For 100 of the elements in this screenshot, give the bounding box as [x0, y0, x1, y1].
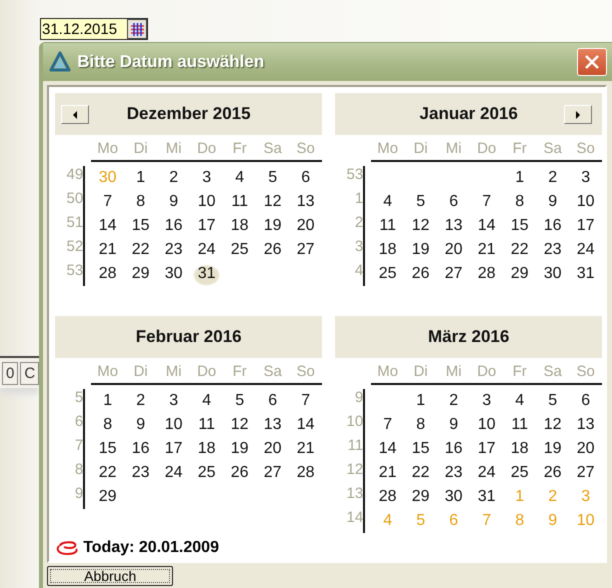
day-cell[interactable]: 29 [503, 262, 536, 286]
previous-month-button[interactable] [61, 105, 90, 124]
day-cell[interactable]: 27 [256, 461, 290, 485]
day-cell[interactable]: 17 [190, 214, 224, 238]
day-cell[interactable]: 25 [190, 461, 224, 485]
day-cell[interactable]: 1 [91, 389, 124, 413]
day-cell[interactable]: 3 [470, 389, 504, 413]
day-cell[interactable]: 2 [536, 166, 570, 190]
day-cell[interactable]: 9 [536, 190, 570, 214]
day-cell[interactable]: 22 [124, 238, 158, 262]
day-cell[interactable]: 7 [289, 389, 322, 413]
day-cell[interactable]: 18 [371, 238, 404, 262]
day-cell[interactable]: 18 [190, 437, 224, 461]
day-cell[interactable]: 22 [404, 461, 438, 485]
day-cell[interactable]: 28 [371, 485, 404, 509]
day-cell[interactable]: 8 [124, 190, 158, 214]
day-cell[interactable]: 8 [404, 413, 438, 437]
day-cell[interactable]: 2 [124, 389, 158, 413]
day-cell[interactable]: 10 [470, 413, 504, 437]
day-cell[interactable]: 17 [569, 214, 602, 238]
day-cell[interactable]: 10 [569, 190, 602, 214]
day-cell[interactable]: 11 [371, 214, 404, 238]
day-cell[interactable]: 21 [371, 461, 404, 485]
day-cell[interactable]: 5 [256, 166, 290, 190]
day-cell[interactable]: 18 [223, 214, 256, 238]
day-cell[interactable]: 12 [536, 413, 570, 437]
calendar-button[interactable] [127, 19, 147, 39]
day-cell[interactable]: 28 [470, 262, 504, 286]
day-cell[interactable]: 4 [190, 389, 224, 413]
day-cell[interactable]: 27 [569, 461, 602, 485]
day-cell[interactable]: 6 [437, 190, 470, 214]
day-cell[interactable]: 6 [289, 166, 322, 190]
day-cell[interactable]: 11 [190, 413, 224, 437]
day-cell[interactable]: 8 [503, 190, 536, 214]
day-cell[interactable]: 13 [437, 214, 470, 238]
day-cell[interactable]: 19 [404, 238, 438, 262]
day-cell[interactable]: 1 [124, 166, 158, 190]
day-cell[interactable]: 24 [569, 238, 602, 262]
day-cell[interactable]: 31 [470, 485, 504, 509]
day-cell[interactable]: 6 [569, 389, 602, 413]
day-cell[interactable]: 21 [289, 437, 322, 461]
day-cell[interactable]: 12 [256, 190, 290, 214]
day-cell[interactable]: 16 [124, 437, 158, 461]
day-cell[interactable]: 17 [157, 437, 190, 461]
day-cell[interactable]: 11 [223, 190, 256, 214]
day-cell[interactable]: 15 [503, 214, 536, 238]
day-cell[interactable]: 29 [124, 262, 158, 286]
day-cell[interactable]: 22 [503, 238, 536, 262]
date-field[interactable]: 31.12.2015 [40, 18, 148, 40]
day-cell[interactable]: 26 [223, 461, 256, 485]
day-cell[interactable]: 1 [503, 166, 536, 190]
day-cell[interactable]: 26 [404, 262, 438, 286]
day-cell[interactable]: 31 [190, 262, 224, 286]
day-cell[interactable]: 22 [91, 461, 124, 485]
day-cell[interactable]: 23 [157, 238, 190, 262]
day-cell[interactable]: 25 [503, 461, 536, 485]
day-cell[interactable]: 11 [503, 413, 536, 437]
day-cell[interactable]: 16 [437, 437, 470, 461]
day-cell[interactable]: 20 [256, 437, 290, 461]
day-cell[interactable]: 6 [256, 389, 290, 413]
day-cell[interactable]: 30 [157, 262, 190, 286]
day-cell[interactable]: 14 [289, 413, 322, 437]
day-cell[interactable]: 9 [437, 413, 470, 437]
day-cell[interactable]: 18 [503, 437, 536, 461]
day-cell[interactable]: 14 [371, 437, 404, 461]
day-cell[interactable]: 12 [404, 214, 438, 238]
day-cell[interactable]: 23 [124, 461, 158, 485]
day-cell[interactable]: 26 [536, 461, 570, 485]
day-cell[interactable]: 3 [190, 166, 224, 190]
day-cell[interactable]: 12 [223, 413, 256, 437]
day-cell[interactable]: 4 [503, 389, 536, 413]
day-cell[interactable]: 20 [437, 238, 470, 262]
day-cell[interactable]: 3 [157, 389, 190, 413]
day-cell[interactable]: 29 [404, 485, 438, 509]
day-cell[interactable]: 5 [223, 389, 256, 413]
day-cell[interactable]: 23 [536, 238, 570, 262]
day-cell[interactable]: 24 [190, 238, 224, 262]
day-cell[interactable]: 8 [91, 413, 124, 437]
day-cell[interactable]: 4 [223, 166, 256, 190]
day-cell[interactable]: 28 [91, 262, 124, 286]
day-cell[interactable]: 2 [157, 166, 190, 190]
day-cell[interactable]: 24 [470, 461, 504, 485]
day-cell[interactable]: 20 [289, 214, 322, 238]
day-cell[interactable]: 23 [437, 461, 470, 485]
day-cell[interactable]: 16 [536, 214, 570, 238]
day-cell[interactable]: 25 [371, 262, 404, 286]
day-cell[interactable]: 25 [223, 238, 256, 262]
day-cell[interactable]: 14 [91, 214, 124, 238]
day-cell[interactable]: 1 [404, 389, 438, 413]
day-cell[interactable]: 7 [91, 190, 124, 214]
day-cell[interactable]: 31 [569, 262, 602, 286]
day-cell[interactable]: 27 [437, 262, 470, 286]
day-cell[interactable]: 9 [124, 413, 158, 437]
day-cell[interactable]: 10 [157, 413, 190, 437]
day-cell[interactable]: 24 [157, 461, 190, 485]
day-cell[interactable]: 29 [91, 485, 124, 509]
day-cell[interactable]: 13 [256, 413, 290, 437]
day-cell[interactable]: 19 [223, 437, 256, 461]
day-cell[interactable]: 13 [289, 190, 322, 214]
day-cell[interactable]: 19 [536, 437, 570, 461]
